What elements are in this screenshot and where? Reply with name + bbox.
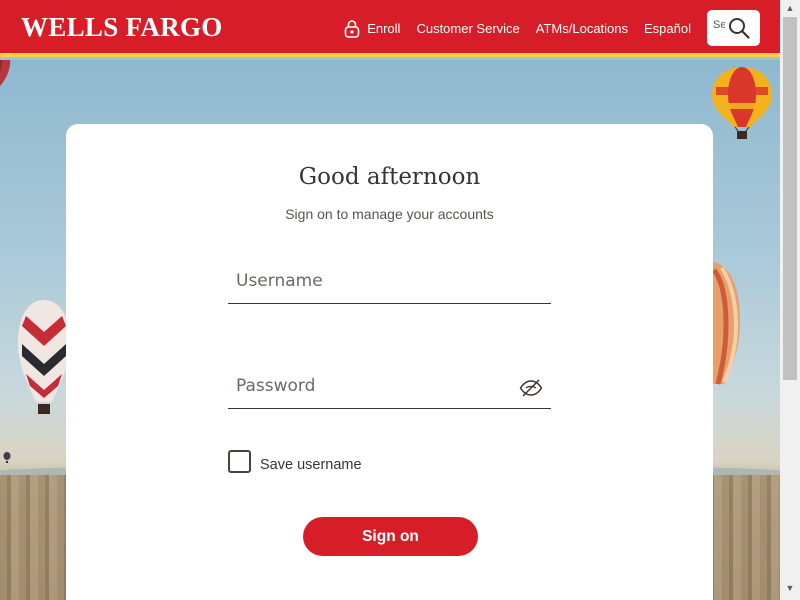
- lock-icon: [344, 19, 360, 38]
- save-username-label[interactable]: Save username: [260, 457, 362, 473]
- save-username-row: Save username: [228, 450, 362, 473]
- page-scrollbar[interactable]: ▲ ▼: [780, 0, 800, 600]
- search-box[interactable]: [707, 10, 760, 46]
- scroll-up-arrow-icon[interactable]: ▲: [780, 0, 800, 16]
- enroll-link[interactable]: Enroll: [344, 19, 400, 38]
- balloon-top-right: [712, 67, 772, 139]
- eye-slash-icon[interactable]: [519, 379, 543, 397]
- enroll-label: Enroll: [367, 20, 401, 36]
- atms-locations-link[interactable]: ATMs/Locations: [536, 21, 628, 36]
- sign-on-subtitle: Sign on to manage your accounts: [285, 206, 494, 222]
- search-icon[interactable]: [728, 17, 750, 39]
- site-header: WELLS FARGO Enroll Customer Service ATMs…: [0, 0, 780, 57]
- scrollbar-thumb[interactable]: [783, 17, 797, 380]
- password-input[interactable]: [236, 373, 506, 399]
- balloon-distant: [3, 452, 11, 463]
- username-input[interactable]: [236, 268, 506, 294]
- espanol-link[interactable]: Español: [644, 21, 691, 36]
- sign-on-button[interactable]: Sign on: [303, 517, 478, 556]
- password-field[interactable]: [228, 365, 551, 409]
- scroll-down-arrow-icon[interactable]: ▼: [780, 580, 800, 596]
- search-input[interactable]: [713, 19, 725, 31]
- sign-on-card: Good afternoon Sign on to manage your ac…: [66, 124, 713, 600]
- balloon-top-left: [0, 60, 11, 86]
- save-username-checkbox[interactable]: [228, 450, 251, 473]
- balloon-left: [18, 300, 70, 414]
- greeting-heading: Good afternoon: [298, 164, 481, 190]
- header-nav: Enroll Customer Service ATMs/Locations E…: [328, 10, 760, 46]
- wells-fargo-logo[interactable]: WELLS FARGO: [21, 12, 223, 43]
- username-field[interactable]: [228, 260, 551, 304]
- customer-service-link[interactable]: Customer Service: [416, 21, 519, 36]
